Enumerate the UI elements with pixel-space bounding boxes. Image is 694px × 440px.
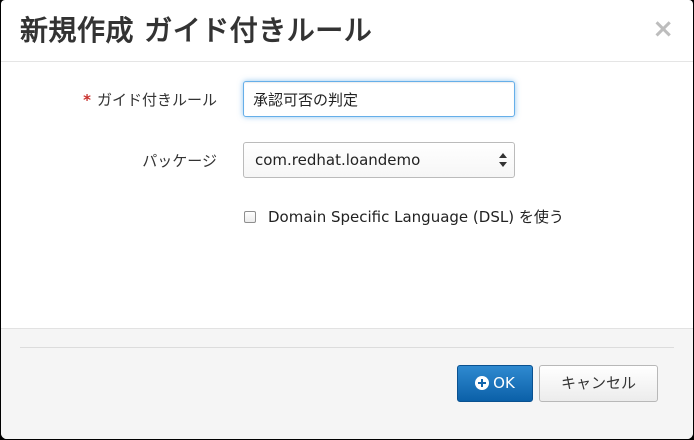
guided-rule-name-label-text: ガイド付きルール xyxy=(96,91,217,109)
package-select[interactable]: com.redhat.loandemo xyxy=(243,142,515,178)
guided-rule-name-input[interactable] xyxy=(243,81,515,117)
close-icon[interactable]: × xyxy=(652,15,674,43)
package-select-value: com.redhat.loandemo xyxy=(255,151,421,169)
dialog-header: 新規作成 ガイド付きルール × xyxy=(1,0,693,62)
dsl-checkbox-label[interactable]: Domain Specific Language (DSL) を使う xyxy=(268,207,564,227)
dialog-footer: OK キャンセル xyxy=(1,328,693,439)
new-guided-rule-dialog: 新規作成 ガイド付きルール × * ガイド付きルール パッケージ com.redh… xyxy=(1,0,693,439)
cancel-button[interactable]: キャンセル xyxy=(539,365,658,402)
select-arrows-icon xyxy=(499,153,507,167)
dialog-body: * ガイド付きルール パッケージ com.redhat.loandemo Doma… xyxy=(1,62,693,328)
guided-rule-name-label: * ガイド付きルール xyxy=(83,89,217,110)
package-label: パッケージ xyxy=(142,152,217,170)
required-mark: * xyxy=(83,91,91,109)
footer-divider xyxy=(20,347,674,348)
ok-button[interactable]: OK xyxy=(457,365,533,402)
dialog-title: 新規作成 ガイド付きルール xyxy=(20,14,373,47)
plus-circle-icon xyxy=(475,376,490,390)
dsl-checkbox[interactable] xyxy=(244,211,256,223)
ok-button-label: OK xyxy=(493,374,515,392)
